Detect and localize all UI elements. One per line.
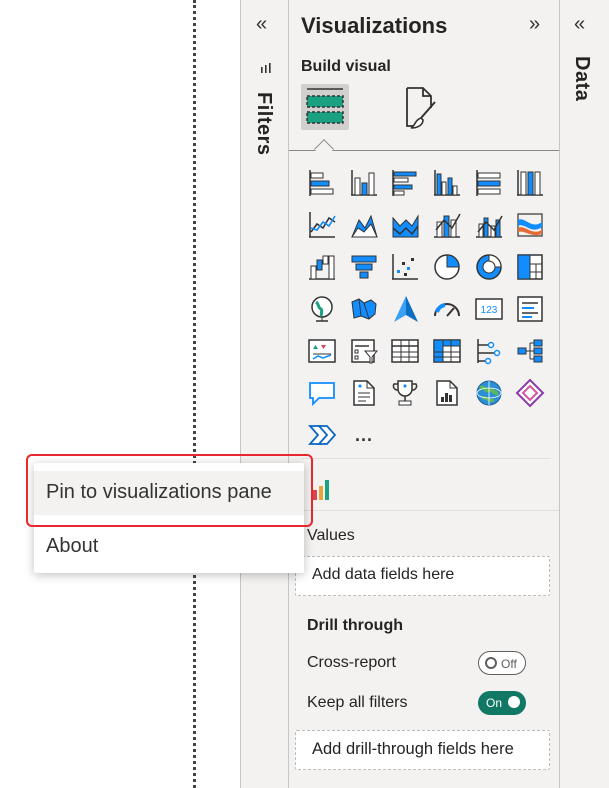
build-visual-icon bbox=[306, 88, 344, 124]
expand-pane-button[interactable]: » bbox=[529, 14, 540, 34]
data-label[interactable]: Data bbox=[570, 56, 593, 101]
table-icon[interactable] bbox=[384, 330, 426, 372]
clustered-column-chart-icon[interactable] bbox=[426, 162, 468, 204]
cross-report-label: Cross-report bbox=[307, 654, 396, 671]
stacked-column-chart-icon[interactable] bbox=[343, 162, 385, 204]
cross-report-toggle[interactable]: Off bbox=[478, 651, 526, 675]
more-visuals-glyph: ... bbox=[354, 424, 373, 445]
key-influencers-icon[interactable] bbox=[468, 330, 510, 372]
qna-icon[interactable] bbox=[301, 372, 343, 414]
metrics-icon[interactable] bbox=[384, 372, 426, 414]
toggle-state-label: On bbox=[486, 696, 503, 710]
icon-row bbox=[301, 246, 551, 288]
keep-all-filters-toggle[interactable]: On bbox=[478, 691, 526, 715]
matrix-icon[interactable] bbox=[426, 330, 468, 372]
azure-map-icon[interactable] bbox=[384, 288, 426, 330]
canvas-boundary bbox=[193, 0, 196, 788]
visualizations-pane: Visualizations » Build visual 123 ... Va… bbox=[289, 0, 559, 788]
more-visuals-icon[interactable]: ... bbox=[343, 414, 385, 456]
values-field-well[interactable]: Add data fields here bbox=[295, 556, 550, 596]
section-divider bbox=[301, 458, 551, 459]
icon-row bbox=[301, 162, 551, 204]
line-and-stacked-column-icon[interactable] bbox=[426, 204, 468, 246]
funnel-icon[interactable] bbox=[343, 246, 385, 288]
100-stacked-bar-chart-icon[interactable] bbox=[468, 162, 510, 204]
waterfall-chart-icon[interactable] bbox=[301, 246, 343, 288]
format-visual-icon bbox=[406, 87, 436, 129]
area-chart-icon[interactable] bbox=[343, 204, 385, 246]
stacked-area-chart-icon[interactable] bbox=[384, 204, 426, 246]
build-visual-label: Build visual bbox=[301, 58, 391, 75]
filled-map-icon[interactable] bbox=[343, 288, 385, 330]
icon-row bbox=[301, 204, 551, 246]
icon-row bbox=[301, 330, 551, 372]
100-stacked-column-chart-icon[interactable] bbox=[509, 162, 551, 204]
line-and-clustered-column-icon[interactable] bbox=[468, 204, 510, 246]
report-canvas bbox=[0, 0, 240, 788]
clustered-bar-chart-icon[interactable] bbox=[384, 162, 426, 204]
drill-through-label: Drill through bbox=[307, 617, 403, 634]
about-menu-item[interactable]: About bbox=[34, 525, 304, 569]
stacked-bar-chart-icon[interactable] bbox=[301, 162, 343, 204]
filters-collapse-button[interactable]: « bbox=[256, 14, 267, 34]
map-icon[interactable] bbox=[301, 288, 343, 330]
multi-row-card-icon[interactable] bbox=[509, 288, 551, 330]
keep-all-filters-label: Keep all filters bbox=[307, 694, 408, 711]
toggle-state-label: Off bbox=[501, 657, 517, 671]
toggle-knob bbox=[485, 657, 497, 669]
paginated-report-icon[interactable] bbox=[426, 372, 468, 414]
slicer-icon[interactable] bbox=[343, 330, 385, 372]
data-collapse-button[interactable]: « bbox=[574, 14, 585, 34]
highlight-annotation bbox=[26, 454, 313, 527]
treemap-icon[interactable] bbox=[509, 246, 551, 288]
format-visual-tab[interactable] bbox=[401, 86, 441, 130]
smart-narrative-icon[interactable] bbox=[343, 372, 385, 414]
gauge-icon[interactable] bbox=[426, 288, 468, 330]
toggle-knob bbox=[508, 696, 520, 708]
arcgis-map-icon[interactable] bbox=[468, 372, 510, 414]
filter-icon bbox=[260, 62, 272, 80]
visual-icon-grid: 123 ... bbox=[301, 162, 551, 456]
power-apps-icon[interactable] bbox=[509, 372, 551, 414]
ribbon-chart-icon[interactable] bbox=[509, 204, 551, 246]
values-label: Values bbox=[307, 527, 355, 544]
section-divider bbox=[297, 510, 559, 511]
donut-chart-icon[interactable] bbox=[468, 246, 510, 288]
data-pane: « Data bbox=[559, 0, 609, 788]
build-visual-tab[interactable] bbox=[301, 84, 349, 130]
icon-row: 123 bbox=[301, 288, 551, 330]
pie-chart-icon[interactable] bbox=[426, 246, 468, 288]
filters-label[interactable]: Filters bbox=[252, 92, 275, 156]
tab-indicator bbox=[314, 139, 334, 159]
kpi-icon[interactable] bbox=[301, 330, 343, 372]
svg-text:123: 123 bbox=[480, 305, 497, 316]
card-icon[interactable]: 123 bbox=[468, 288, 510, 330]
line-chart-icon[interactable] bbox=[301, 204, 343, 246]
drill-through-field-well[interactable]: Add drill-through fields here bbox=[295, 730, 550, 770]
icon-row bbox=[301, 372, 551, 414]
power-automate-icon[interactable] bbox=[301, 414, 343, 456]
decomposition-tree-icon[interactable] bbox=[509, 330, 551, 372]
pane-title: Visualizations bbox=[301, 13, 448, 38]
filters-pane: « Filters bbox=[240, 0, 289, 788]
scatter-chart-icon[interactable] bbox=[384, 246, 426, 288]
icon-row: ... bbox=[301, 414, 551, 456]
